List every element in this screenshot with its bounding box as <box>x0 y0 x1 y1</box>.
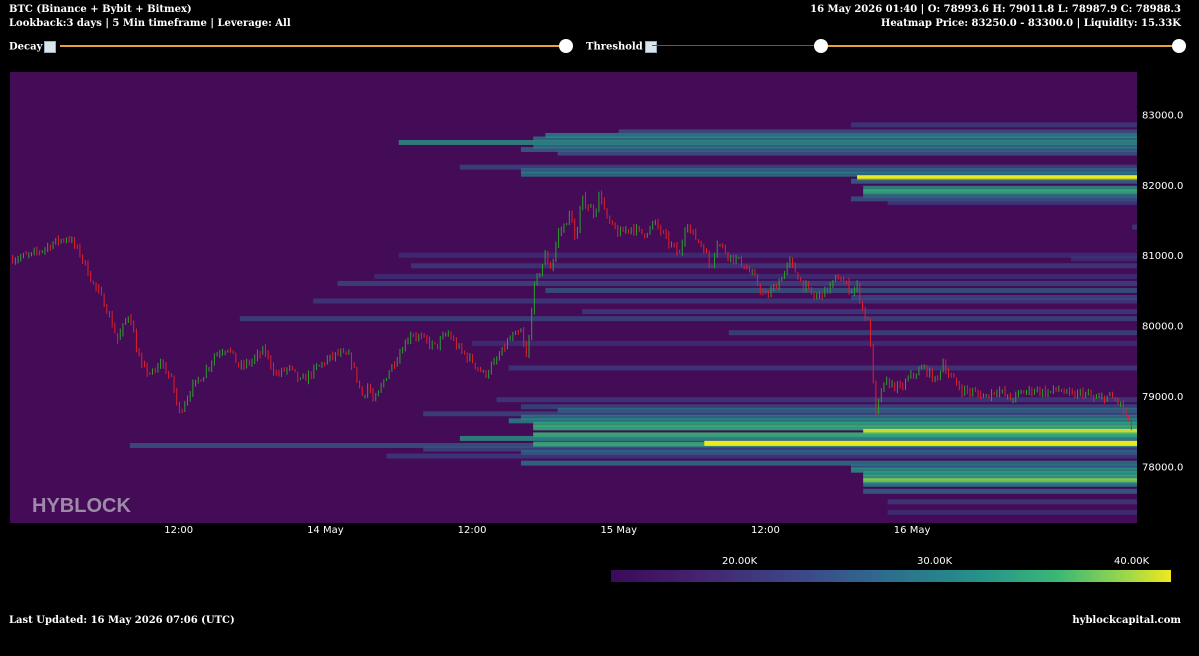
decay-label: Decay <box>9 41 43 53</box>
liquidity-band <box>618 129 1137 135</box>
liquidity-band <box>582 309 1137 315</box>
y-tick-label: 82000.0 <box>1142 181 1183 192</box>
liquidity-band <box>398 252 1138 258</box>
liquidity-band <box>728 330 1137 336</box>
decay-control: Decay <box>9 41 57 53</box>
liquidity-band <box>887 509 1137 515</box>
x-tick-label: 15 May <box>600 525 637 536</box>
liquidity-band <box>863 488 1137 494</box>
liquidity-band <box>496 397 1137 403</box>
liquidity-band <box>1132 224 1137 230</box>
liquidity-band <box>887 199 1137 205</box>
liquidity-band <box>386 453 1137 459</box>
liquidity-band <box>545 287 1137 293</box>
y-tick-label: 81000.0 <box>1142 251 1183 262</box>
site-link[interactable]: hyblockcapital.com <box>1072 615 1181 626</box>
liquidity-band <box>533 143 1137 149</box>
hyblock-watermark: HYBLOCK <box>32 495 131 517</box>
heatmap-price-readout: Heatmap Price: 83250.0 - 83300.0 | Liqui… <box>880 18 1181 29</box>
x-tick-label: 14 May <box>307 525 344 536</box>
threshold-label: Threshold <box>586 41 643 53</box>
liquidity-band <box>1070 256 1137 262</box>
y-tick-label: 83000.0 <box>1142 110 1183 121</box>
threshold-control: Threshold <box>586 41 657 53</box>
liquidity-band <box>472 340 1138 346</box>
threshold-info-icon[interactable] <box>644 41 657 53</box>
colorbar-label-30k: 30.00K <box>917 556 953 567</box>
x-axis: 12:00 14 May 12:00 15 May 12:00 16 May <box>164 525 930 536</box>
y-tick-label: 78000.0 <box>1142 463 1183 474</box>
x-tick-label: 12:00 <box>164 525 193 536</box>
x-tick-label: 16 May <box>894 525 931 536</box>
ohlc-readout: 16 May 2026 01:40 | O: 78993.6 H: 79011.… <box>810 4 1181 15</box>
x-tick-label: 12:00 <box>751 525 780 536</box>
decay-slider-handle[interactable] <box>559 39 573 53</box>
decay-slider-track[interactable] <box>60 45 566 47</box>
y-tick-label: 79000.0 <box>1142 392 1183 403</box>
decay-info-icon[interactable] <box>44 41 57 53</box>
liquidity-band <box>337 280 1137 286</box>
liquidity-band <box>410 263 1137 269</box>
lookback-info: Lookback:3 days | 5 Min timeframe | Leve… <box>9 18 291 29</box>
liquidity-band <box>887 499 1137 505</box>
y-axis: 83000.0 82000.0 81000.0 80000.0 79000.0 78000… <box>1142 110 1183 473</box>
y-tick-label: 80000.0 <box>1142 322 1183 333</box>
colorbar-label-40k: 40.00K <box>1114 556 1150 567</box>
threshold-slider-range <box>821 45 1179 47</box>
liquidity-band <box>850 122 1137 128</box>
liquidity-band <box>850 178 1137 184</box>
colorbar-label-20k: 20.00K <box>722 556 758 567</box>
liquidity-band <box>508 365 1137 371</box>
liquidity-band <box>239 316 1138 322</box>
liquidity-band <box>850 295 1137 300</box>
x-tick-label: 12:00 <box>458 525 487 536</box>
liquidity-colorbar <box>611 570 1171 582</box>
liquidity-band <box>863 481 1137 487</box>
liquidation-heatmap-chart[interactable]: HYBLOCK 83000.0 82000.0 81000.0 80000.0 7900… <box>0 60 1199 540</box>
last-updated: Last Updated: 16 May 2026 07:06 (UTC) <box>9 615 235 626</box>
liquidity-band <box>557 150 1137 156</box>
threshold-slider-min-handle[interactable] <box>814 39 828 53</box>
chart-title: BTC (Binance + Bybit + Bitmex) <box>9 4 192 15</box>
liquidity-band <box>704 440 1137 446</box>
liquidity-band <box>374 273 1137 279</box>
liquidity-band <box>459 435 1137 441</box>
threshold-slider-max-handle[interactable] <box>1172 39 1186 53</box>
